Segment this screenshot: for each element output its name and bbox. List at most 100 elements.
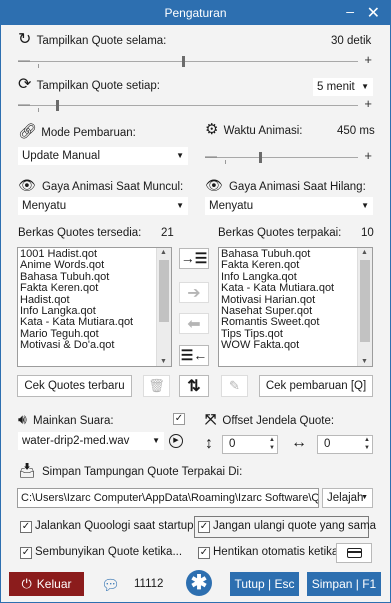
scroll-up-icon[interactable]: ▲ — [160, 249, 167, 256]
move-all-right-button[interactable]: →☰ — [179, 248, 209, 269]
sound-file-value: water-drip2-med.wav — [22, 435, 130, 447]
animation-time-row: ⚙ Waktu Animasi: — [205, 122, 303, 137]
storage-row: 📥︎ Simpan Tampungan Quote Terpakai Di: — [18, 463, 242, 478]
swap-vertical-icon: ⇅ — [187, 378, 201, 395]
spinner-arrows-icon[interactable]: ▲ ▼ — [269, 436, 275, 452]
check-icon: ✓ — [21, 521, 31, 532]
move-right-button[interactable]: ➔ — [179, 282, 209, 303]
offset-horizontal-input[interactable]: 0 ▲ ▼ — [317, 435, 373, 454]
increase-icon[interactable]: + — [364, 96, 372, 111]
chevron-down-icon: ▼ — [361, 494, 368, 501]
check-update-button[interactable]: Cek pembaruan [Q] — [259, 375, 373, 397]
quote-duration-row: ↻ Tampilkan Quote selama: — [18, 31, 166, 48]
scroll-thumb[interactable] — [360, 260, 370, 342]
used-scrollbar[interactable]: ▲ ▼ — [357, 248, 372, 366]
available-list[interactable]: 1001 Hadist.qot Anime Words.qot Bahasa Tub… — [17, 247, 172, 367]
check-quotes-button[interactable]: Cek Quotes terbaru — [17, 375, 132, 397]
anim-show-value: Menyatu — [22, 200, 67, 212]
used-count: 10 — [361, 227, 374, 239]
move-left-button[interactable]: ⬅ — [179, 313, 209, 334]
slider-track — [30, 105, 358, 106]
scroll-down-icon[interactable]: ▼ — [160, 358, 167, 365]
sync-icon: ⟳ — [18, 76, 32, 93]
quote-interval-row: ⟳ Tampilkan Quote setiap: — [18, 76, 160, 93]
available-scrollbar[interactable]: ▲ ▼ — [156, 248, 171, 366]
available-label: Berkas Quotes tersedia: — [18, 227, 142, 239]
play-icon: ▶ — [173, 437, 179, 444]
volume-icon: 🔊︎ — [18, 411, 27, 427]
swap-button[interactable]: ⇅ — [179, 375, 209, 397]
quote-interval-slider[interactable]: — + — [18, 96, 372, 112]
decrease-icon[interactable]: — — [205, 149, 217, 163]
move-icon: ⤧ — [205, 411, 217, 427]
hide-quote-checkbox[interactable]: ✓ — [20, 547, 32, 559]
decrease-icon[interactable]: — — [18, 53, 30, 67]
increase-icon[interactable]: + — [364, 52, 372, 67]
list-item[interactable]: Kata - Kata Mutiara.qot — [219, 282, 372, 294]
decrease-icon[interactable]: — — [18, 97, 30, 111]
animation-time-label: Waktu Animasi: — [223, 125, 303, 137]
sound-file-select[interactable]: water-drip2-med.wav ▼ — [18, 432, 164, 450]
slider-tick — [38, 108, 39, 112]
arrow-right-icon: ➔ — [187, 284, 201, 302]
slider-thumb[interactable] — [259, 152, 262, 163]
check-icon: ✓ — [199, 547, 209, 558]
list-item[interactable]: Fakta Keren.qot — [18, 282, 171, 294]
animation-time-slider[interactable]: — + — [205, 148, 372, 164]
link-icon: 🔗︎ — [18, 123, 38, 140]
quote-interval-select[interactable]: 5 menit ▼ — [313, 78, 373, 96]
minimize-button[interactable]: – — [346, 3, 354, 19]
delete-button[interactable]: 🗑︎ — [143, 375, 170, 397]
scroll-up-icon[interactable]: ▲ — [361, 249, 368, 256]
list-item[interactable]: Motivasi & Do'a.qot — [18, 339, 171, 351]
no-repeat-checkbox[interactable]: ✓ — [198, 521, 210, 533]
offset-horizontal-value: 0 — [324, 438, 331, 450]
credit-card-icon — [346, 548, 362, 558]
hide-quote-label: Sembunyikan Quote ketika... — [35, 546, 183, 558]
list-item[interactable]: WOW Fakta.qot — [219, 339, 372, 351]
window-title: Pengaturan — [164, 6, 227, 20]
slider-thumb[interactable] — [182, 56, 185, 67]
anim-hide-select[interactable]: Menyatu ▼ — [205, 197, 373, 215]
quote-duration-value: 30 detik — [331, 35, 372, 47]
offset-vertical-input[interactable]: 0 ▲ ▼ — [222, 435, 278, 454]
quote-interval-label: Tampilkan Quote setiap: — [36, 80, 160, 92]
asterisk-icon[interactable]: ✱ — [186, 570, 212, 596]
auto-stop-checkbox[interactable]: ✓ — [198, 547, 210, 559]
refresh-icon: ↻ — [18, 31, 32, 48]
power-icon: ⏻ — [21, 576, 32, 591]
comments-icon[interactable]: 💬︎ — [101, 576, 120, 594]
close-button[interactable]: ✕ — [367, 3, 380, 23]
update-mode-select[interactable]: Update Manual ▼ — [18, 147, 188, 165]
anim-hide-value: Menyatu — [209, 200, 254, 212]
used-list[interactable]: Bahasa Tubuh.qot Fakta Keren.qot Info Lang… — [218, 247, 373, 367]
spinner-arrows-icon[interactable]: ▲ ▼ — [364, 436, 370, 452]
title-bar: Pengaturan – ✕ — [1, 1, 390, 25]
slider-thumb[interactable] — [56, 100, 59, 111]
check-icon: ✓ — [21, 547, 31, 558]
settings-window: Pengaturan – ✕ ↻ Tampilkan Quote selama:… — [0, 0, 391, 603]
play-button[interactable]: ▶ — [169, 434, 183, 448]
browse-button[interactable]: Jelajah ▼ — [322, 488, 373, 508]
trash-icon: 🗑︎ — [148, 378, 165, 393]
edit-button[interactable]: ✎ — [221, 375, 248, 397]
chevron-down-icon: ▼ — [176, 201, 184, 210]
quote-duration-slider[interactable]: — + — [18, 52, 372, 68]
scroll-thumb[interactable] — [159, 260, 169, 322]
run-startup-checkbox[interactable]: ✓ — [20, 521, 32, 533]
move-all-left-button[interactable]: ☰← — [179, 345, 209, 366]
anim-show-select[interactable]: Menyatu ▼ — [18, 197, 188, 215]
payment-button[interactable] — [336, 543, 372, 563]
storage-path-input[interactable]: C:\Users\Izarc Computer\AppData\Roaming\… — [17, 488, 319, 508]
slider-tick — [38, 64, 39, 68]
save-button[interactable]: Simpan | F1 — [307, 572, 381, 596]
scroll-down-icon[interactable]: ▼ — [361, 358, 368, 365]
eye-icon: 👁︎ — [18, 177, 36, 193]
available-items: 1001 Hadist.qot Anime Words.qot Bahasa Tub… — [18, 248, 171, 352]
increase-icon[interactable]: + — [364, 148, 372, 163]
check-icon: ✓ — [174, 413, 184, 424]
close-esc-button[interactable]: Tutup | Esc — [230, 572, 299, 596]
footer-count: 11112 — [134, 578, 164, 590]
exit-button[interactable]: ⏻ Keluar — [9, 572, 84, 596]
sound-checkbox[interactable]: ✓ — [173, 413, 185, 425]
